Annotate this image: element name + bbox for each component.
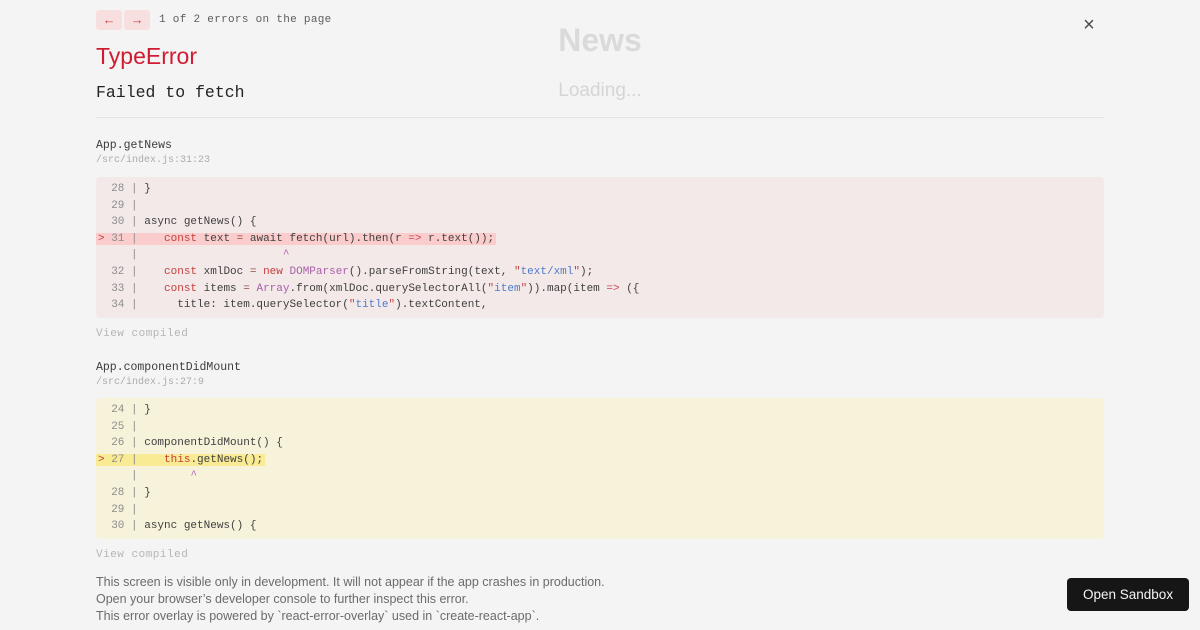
close-overlay-button[interactable]: ×	[1076, 12, 1102, 38]
code-line: 26 | componentDidMount() {	[98, 437, 283, 450]
left-arrow-icon: ←	[105, 12, 113, 28]
code-line: 30 | async getNews() {	[98, 216, 257, 229]
stack-frame-function-name: App.componentDidMount	[96, 361, 241, 374]
code-line: | ^	[98, 249, 290, 262]
previous-error-button[interactable]: ←	[96, 10, 122, 30]
footer-line: This error overlay is powered by `react-…	[96, 609, 540, 623]
view-compiled-link[interactable]: View compiled	[96, 549, 188, 561]
stack-frame-source-location: /src/index.js:31:23	[96, 155, 211, 166]
code-line: 25 |	[98, 420, 145, 433]
code-line: 29 |	[98, 199, 145, 212]
right-arrow-icon: →	[133, 12, 141, 28]
footer-line: Open your browser’s developer console to…	[96, 592, 469, 606]
code-line: | ^	[98, 470, 198, 483]
code-line: 33 | const items = Array.from(xmlDoc.que…	[98, 282, 640, 295]
code-line: 32 | const xmlDoc = new DOMParser().pars…	[98, 265, 594, 278]
code-line: 24 | }	[98, 404, 151, 416]
error-type-title: TypeError	[96, 43, 197, 69]
code-frame: 28 | } 29 | 30 | async getNews() { > 31 |…	[96, 177, 1104, 318]
code-line: 29 |	[98, 503, 145, 516]
error-counter: 1 of 2 errors on the page	[159, 14, 332, 26]
code-line: > 31 | const text = await fetch(url).the…	[98, 232, 495, 245]
stack-frame-function-name: App.getNews	[96, 139, 172, 152]
view-compiled-link[interactable]: View compiled	[96, 328, 188, 340]
error-message: Failed to fetch	[96, 83, 245, 102]
code-line: 28 | }	[98, 183, 151, 195]
open-sandbox-button[interactable]: Open Sandbox	[1067, 578, 1190, 611]
footer-line: This screen is visible only in developme…	[96, 575, 605, 589]
code-line: 28 | }	[98, 486, 151, 499]
divider	[96, 117, 1104, 118]
code-line: > 27 | this.getNews();	[98, 453, 264, 466]
next-error-button[interactable]: →	[124, 10, 150, 30]
code-frame: 24 | } 25 | 26 | componentDidMount() { > …	[96, 398, 1104, 539]
code-line: 30 | async getNews() {	[98, 520, 257, 533]
code-line: 34 | title: item.querySelector("title").…	[98, 299, 488, 312]
dev-overlay-footer: This screen is visible only in developme…	[96, 574, 605, 625]
close-icon: ×	[1083, 14, 1095, 36]
stack-frame-source-location: /src/index.js:27:9	[96, 377, 205, 388]
